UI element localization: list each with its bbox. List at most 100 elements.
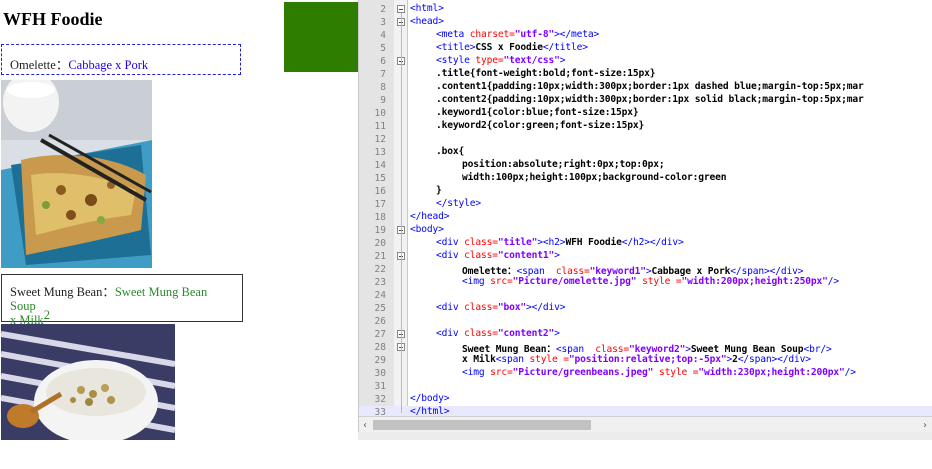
line-number: 24: [374, 290, 386, 301]
code-text: <img src="Picture/greenbeans.jpeg" style…: [462, 367, 856, 378]
code-line[interactable]: <img src="Picture/greenbeans.jpeg" style…: [359, 367, 932, 380]
mung-bean-image: [1, 324, 175, 440]
line-number: 5: [380, 43, 386, 54]
code-line[interactable]: .keyword1{color:blue;font-size:15px}: [359, 107, 932, 120]
content2-box: Sweet Mung Bean：Sweet Mung Bean Soup x M…: [1, 274, 243, 327]
code-text: .content2{padding:10px;width:300px;borde…: [436, 94, 864, 105]
line-number: 33: [374, 407, 386, 418]
line-number: 23: [374, 277, 386, 288]
editor-status-strip: [358, 432, 932, 440]
code-text: .keyword2{color:green;font-size:15px}: [436, 120, 645, 131]
line-number: 18: [374, 212, 386, 223]
fold-guide: [401, 13, 402, 413]
code-text: .keyword1{color:blue;font-size:15px}: [436, 107, 639, 118]
line-number: 31: [374, 381, 386, 392]
code-line[interactable]: <body>: [359, 224, 932, 237]
code-text: width:100px;height:100px;background-colo…: [462, 172, 727, 183]
code-text: </head>: [410, 211, 450, 222]
line-number: 21: [374, 251, 386, 262]
code-line[interactable]: .content2{padding:10px;width:300px;borde…: [359, 94, 932, 107]
code-text: x Milk<span style ="position:relative;to…: [462, 354, 811, 365]
green-box: [284, 2, 359, 72]
code-text: <body>: [410, 224, 444, 235]
code-line[interactable]: .content1{padding:10px;width:300px;borde…: [359, 81, 932, 94]
code-line[interactable]: }: [359, 185, 932, 198]
code-text: </body>: [410, 393, 450, 404]
mung-bean-label: Sweet Mung Bean：: [10, 285, 115, 299]
code-text: <div class="title"><h2>WFH Foodie</h2></…: [436, 237, 684, 248]
code-line[interactable]: .title{font-weight:bold;font-size:15px}: [359, 68, 932, 81]
line-number: 12: [374, 134, 386, 145]
code-text: <div class="content2">: [436, 328, 560, 339]
code-text: <div class="box"></div>: [436, 302, 566, 313]
code-line[interactable]: <div class="box"></div>: [359, 302, 932, 315]
line-number: 8: [380, 82, 386, 93]
line-number: 2: [380, 4, 386, 15]
code-text: <title>CSS x Foodie</title>: [436, 42, 588, 53]
code-text: Omelette：<span class="keyword1">Cabbage …: [462, 266, 804, 277]
code-line[interactable]: width:100px;height:100px;background-colo…: [359, 172, 932, 185]
line-number: 32: [374, 394, 386, 405]
line-number: 14: [374, 160, 386, 171]
code-line[interactable]: <head>: [359, 16, 932, 29]
scrollbar-thumb[interactable]: [373, 420, 591, 430]
omelette-image: [1, 80, 152, 268]
code-text: <img src="Picture/omelette.jpg" style ="…: [462, 276, 839, 287]
code-line[interactable]: </style>: [359, 198, 932, 211]
code-line[interactable]: <div class="content1">: [359, 250, 932, 263]
line-number: 7: [380, 69, 386, 80]
code-editor[interactable]: <html> <head> <meta charset="utf-8"></me…: [358, 0, 932, 440]
code-line[interactable]: Omelette：<span class="keyword1">Cabbage …: [359, 263, 932, 277]
line-number: 30: [374, 368, 386, 379]
line-number: 28: [374, 342, 386, 353]
horizontal-scrollbar[interactable]: ‹ ›: [359, 416, 932, 433]
code-line[interactable]: position:absolute;right:0px;top:0px;: [359, 159, 932, 172]
line-number: 20: [374, 238, 386, 249]
superscript: 2: [43, 308, 50, 322]
code-text: <head>: [410, 16, 444, 27]
code-line[interactable]: <meta charset="utf-8"></meta>: [359, 29, 932, 42]
line-number: 9: [380, 95, 386, 106]
line-number: 22: [374, 264, 386, 275]
code-text: position:absolute;right:0px;top:0px;: [462, 159, 665, 170]
content1-box: Omelette：Cabbage x Pork: [1, 44, 241, 75]
code-text: Sweet Mung Bean：<span class="keyword2">S…: [462, 344, 832, 355]
line-number: 4: [380, 30, 386, 41]
scroll-left-arrow-icon[interactable]: ‹: [363, 420, 367, 431]
line-number: 11: [374, 121, 386, 132]
code-text: <html>: [410, 3, 444, 14]
line-number: 15: [374, 173, 386, 184]
code-line[interactable]: <title>CSS x Foodie</title>: [359, 42, 932, 55]
code-line[interactable]: x Milk<span style ="position:relative;to…: [359, 354, 932, 367]
code-line[interactable]: <html>: [359, 3, 932, 16]
page-heading: WFH Foodie: [3, 9, 103, 29]
code-line[interactable]: <div class="content2">: [359, 328, 932, 341]
line-number: 17: [374, 199, 386, 210]
line-number: 10: [374, 108, 386, 119]
line-number: 16: [374, 186, 386, 197]
line-number: 25: [374, 303, 386, 314]
code-text: }: [436, 185, 442, 196]
scroll-right-arrow-icon[interactable]: ›: [923, 420, 927, 431]
line-number: 26: [374, 316, 386, 327]
line-number: 19: [374, 225, 386, 236]
code-text: <div class="content1">: [436, 250, 560, 261]
line-number: 6: [380, 56, 386, 67]
omelette-keyword: Cabbage x Pork: [68, 58, 149, 72]
code-line[interactable]: </body>: [359, 393, 932, 406]
code-line[interactable]: Sweet Mung Bean：<span class="keyword2">S…: [359, 341, 932, 355]
code-text: <style type="text/css">: [436, 55, 566, 66]
code-text: .title{font-weight:bold;font-size:15px}: [436, 68, 656, 79]
code-line[interactable]: .keyword2{color:green;font-size:15px}: [359, 120, 932, 133]
code-text: .box{: [436, 146, 465, 157]
code-text: </style>: [436, 198, 482, 209]
code-line[interactable]: <img src="Picture/omelette.jpg" style ="…: [359, 276, 932, 289]
line-number: 29: [374, 355, 386, 366]
code-line[interactable]: </head>: [359, 211, 932, 224]
code-line[interactable]: .box{: [359, 146, 932, 159]
code-line[interactable]: <style type="text/css">: [359, 55, 932, 68]
line-number: 13: [374, 147, 386, 158]
code-line[interactable]: <div class="title"><h2>WFH Foodie</h2></…: [359, 237, 932, 250]
fold-toggle[interactable]: [397, 5, 405, 13]
omelette-label: Omelette：: [10, 58, 69, 72]
